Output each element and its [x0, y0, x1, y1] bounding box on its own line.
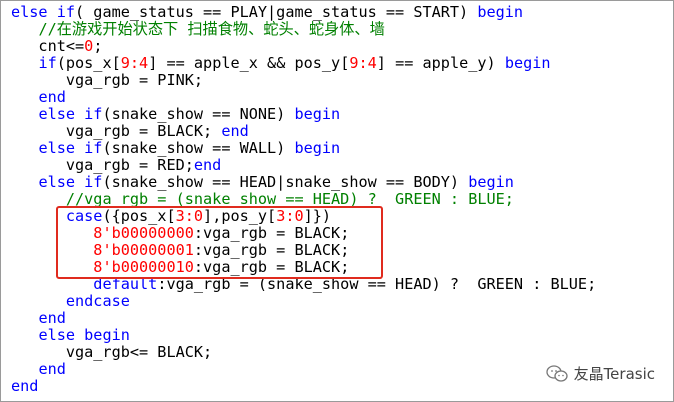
code-token: end	[221, 122, 249, 140]
code-token: else if	[38, 173, 103, 191]
code-token: else begin	[38, 326, 130, 344]
code-token: if	[38, 54, 57, 72]
code-line: //在游戏开始状态下 扫描食物、蛇头、蛇身体、墙	[11, 21, 596, 38]
code-token: 9:4	[349, 54, 377, 72]
code-line: else if( game_status == PLAY|game_status…	[11, 4, 596, 21]
code-token: end	[193, 156, 222, 174]
code-token: begin	[294, 139, 341, 157]
watermark: 友晶Terasic	[545, 363, 655, 384]
code-token: end	[38, 88, 66, 106]
code-line: else if(snake_show == HEAD|snake_show ==…	[11, 174, 596, 191]
code-token: cnt<=	[11, 37, 85, 55]
code-token: begin	[504, 54, 551, 72]
code-token: (pos_x[	[56, 54, 121, 72]
code-token: else if	[11, 3, 76, 21]
code-token: vga_rgb = PINK;	[11, 71, 204, 89]
code-token: (snake_show == NONE)	[102, 105, 295, 123]
highlight-box	[56, 206, 383, 279]
code-token: ] == apple_y)	[376, 54, 505, 72]
code-line: else if(snake_show == WALL) begin	[11, 140, 596, 157]
code-window: else if( game_status == PLAY|game_status…	[0, 0, 674, 402]
wechat-icon	[545, 364, 568, 382]
code-token: endcase	[65, 292, 130, 310]
code-token: else if	[38, 105, 103, 123]
code-token: vga_rgb = BLACK;	[11, 122, 222, 140]
code-token: (snake_show == HEAD|snake_show == BODY)	[102, 173, 469, 191]
code-line: vga_rgb = BLACK; end	[11, 123, 596, 140]
code-token: (snake_show == WALL)	[102, 139, 295, 157]
code-token: 0	[84, 37, 94, 55]
code-token: //在游戏开始状态下 扫描食物、蛇头、蛇身体、墙	[38, 20, 385, 38]
code-token: ;	[93, 37, 103, 55]
code-line: end	[11, 361, 596, 378]
code-line: cnt<=0;	[11, 38, 596, 55]
code-line: vga_rgb<= BLACK;	[11, 344, 596, 361]
code-token: begin	[294, 105, 341, 123]
code-token: begin	[477, 3, 524, 21]
code-editor: else if( game_status == PLAY|game_status…	[11, 4, 596, 395]
code-token: end	[38, 309, 66, 327]
code-token: vga_rgb = RED;	[11, 156, 194, 174]
code-line: endcase	[11, 293, 596, 310]
code-line: if(pos_x[9:4] == apple_x && pos_y[9:4] =…	[11, 55, 596, 72]
code-line: end	[11, 89, 596, 106]
watermark-text: 友晶Terasic	[573, 365, 655, 383]
code-token: ( game_status == PLAY|game_status == STA…	[75, 3, 478, 21]
code-token: else if	[38, 139, 103, 157]
code-line: else if(snake_show == NONE) begin	[11, 106, 596, 123]
code-token: end	[38, 360, 66, 378]
code-line: vga_rgb = PINK;	[11, 72, 596, 89]
code-token: end	[11, 377, 39, 395]
code-line: vga_rgb = RED;end	[11, 157, 596, 174]
code-token: ] == apple_x && pos_y[	[148, 54, 350, 72]
code-line: end	[11, 310, 596, 327]
code-line: end	[11, 378, 596, 395]
code-line: else begin	[11, 327, 596, 344]
code-token: 9:4	[120, 54, 149, 72]
code-token: vga_rgb<= BLACK;	[11, 343, 213, 361]
code-token: begin	[468, 173, 514, 191]
